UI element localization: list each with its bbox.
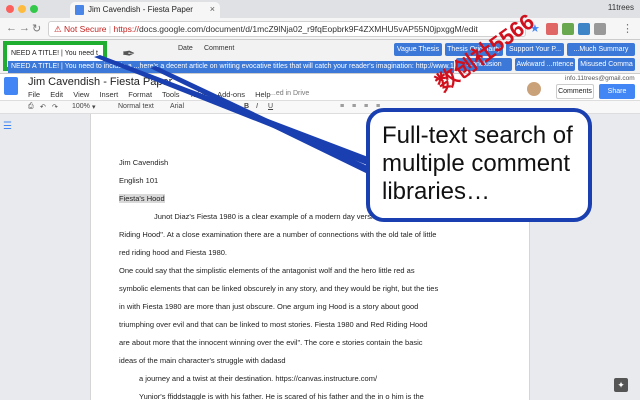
profile-name[interactable]: 11trees: [608, 3, 634, 12]
font-size-select[interactable]: 11: [222, 103, 229, 110]
bold-icon[interactable]: B: [244, 103, 249, 110]
comment-column-header: Comment: [204, 45, 235, 52]
docs-logo-icon[interactable]: [4, 77, 18, 95]
doc-line: Yunior's ffiddstaggle is with his father…: [139, 392, 424, 400]
underline-icon[interactable]: U: [268, 103, 273, 110]
security-label: Not Secure: [63, 24, 107, 34]
menu-insert[interactable]: Insert: [99, 90, 118, 99]
doc-line: Jim Cavendish: [119, 158, 169, 167]
align-right-icon[interactable]: ≡: [364, 103, 368, 110]
docs-favicon-icon: [75, 5, 84, 15]
close-window-icon[interactable]: [6, 5, 14, 13]
selected-comment-preview: NEED A TITLE! | You need t: [11, 50, 98, 57]
redo-icon[interactable]: ↷: [52, 103, 58, 111]
user-email: info.11trees@gmail.com: [565, 75, 635, 82]
document-title[interactable]: Jim Cavendish - Fiesta Paper: [28, 76, 172, 88]
back-icon[interactable]: ←: [6, 22, 17, 34]
doc-line: in with Fiesta 1980 are more than just o…: [119, 302, 419, 311]
zoom-select[interactable]: 100%: [72, 103, 90, 110]
extension-icon[interactable]: [562, 23, 574, 35]
category-button[interactable]: ...Much Summary: [567, 43, 635, 56]
address-bar[interactable]: ⚠ Not Secure | https://docs.google.com/d…: [48, 21, 526, 37]
style-select[interactable]: Normal text: [118, 103, 154, 110]
doc-line: Fiesta's Hood: [119, 194, 165, 203]
doc-line: English 101: [119, 176, 159, 185]
left-rail: ☰: [0, 114, 18, 400]
outline-icon[interactable]: ☰: [3, 122, 15, 132]
share-button[interactable]: Share: [599, 84, 635, 99]
extension-icon[interactable]: [594, 23, 606, 35]
menu-help[interactable]: Help: [255, 90, 270, 99]
category-button[interactable]: Vague Thesis: [394, 43, 442, 56]
feature-callout: Full-text search of multiple comment lib…: [366, 108, 592, 222]
tab-strip: Jim Cavendish - Fiesta Paper × 11trees: [0, 0, 640, 18]
minimize-window-icon[interactable]: [18, 5, 26, 13]
save-status: ...ed in Drive: [270, 90, 310, 97]
url-scheme: https://: [113, 24, 139, 34]
italic-icon[interactable]: I: [256, 103, 258, 110]
menu-edit[interactable]: Edit: [50, 90, 63, 99]
category-button[interactable]: Awkward ...ntence: [515, 58, 575, 71]
undo-icon[interactable]: ↶: [40, 103, 46, 111]
align-center-icon[interactable]: ≡: [352, 103, 356, 110]
date-column-header: Date: [178, 45, 193, 52]
doc-line: ideas of the main character's struggle w…: [119, 356, 286, 365]
tab-title: Jim Cavendish - Fiesta Paper: [88, 5, 193, 14]
menu-view[interactable]: View: [73, 90, 89, 99]
menu-format[interactable]: Format: [128, 90, 152, 99]
doc-line: One could say that the simplistic elemen…: [119, 266, 415, 275]
menu-add-ons[interactable]: Add-ons: [217, 90, 245, 99]
forward-icon[interactable]: →: [19, 22, 30, 34]
comments-button[interactable]: Comments: [556, 84, 594, 99]
not-secure-icon: ⚠: [54, 24, 64, 34]
print-icon[interactable]: ⎙: [28, 103, 34, 111]
chevron-down-icon: ▾: [92, 104, 96, 111]
category-button[interactable]: Misused Comma: [578, 58, 635, 71]
align-left-icon[interactable]: ≡: [340, 103, 344, 110]
doc-line: triumphing over evil and that can be lin…: [119, 320, 428, 329]
reload-icon[interactable]: ↻: [32, 22, 41, 35]
docs-menu-bar: File Edit View Insert Format Tools Table…: [28, 90, 279, 99]
menu-icon[interactable]: ⋮: [622, 22, 633, 35]
extension-icon[interactable]: [578, 23, 590, 35]
zoom-window-icon[interactable]: [30, 5, 38, 13]
doc-line: red riding hood and Fiesta 1980.: [119, 248, 227, 257]
close-tab-icon[interactable]: ×: [210, 4, 215, 14]
comment-suggestion[interactable]: NEED A TITLE! | You need to include a ..…: [8, 61, 454, 73]
doc-line: symbolic elements that can be linked obs…: [119, 284, 439, 293]
explore-icon[interactable]: ✦: [614, 378, 628, 392]
menu-tools[interactable]: Tools: [162, 90, 180, 99]
avatar[interactable]: [527, 82, 541, 96]
doc-line: Riding Hood". At a close examination the…: [119, 230, 437, 239]
font-select[interactable]: Arial: [170, 103, 184, 110]
menu-file[interactable]: File: [28, 90, 40, 99]
extension-icon[interactable]: [546, 23, 558, 35]
browser-tab[interactable]: Jim Cavendish - Fiesta Paper ×: [70, 2, 220, 18]
url-text: docs.google.com/document/d/1mcZ9lNja02_r…: [138, 24, 478, 34]
doc-line: a journey and a twist at their destinati…: [139, 374, 378, 383]
doc-line: are about more that the innocent winning…: [119, 338, 423, 347]
menu-table[interactable]: Table: [189, 90, 207, 99]
browser-toolbar: ← → ↻ ⚠ Not Secure | https://docs.google…: [0, 18, 640, 40]
